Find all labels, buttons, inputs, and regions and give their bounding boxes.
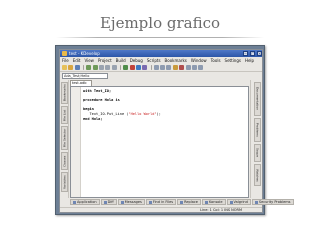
step-out-icon[interactable] <box>198 65 204 70</box>
bottom-tab-label: Find in Files <box>152 199 174 204</box>
bottom-tab-application[interactable]: Application <box>70 199 100 205</box>
menu-build[interactable]: Build <box>116 57 126 64</box>
konsole-icon <box>204 200 208 204</box>
menu-file[interactable]: File <box>62 57 69 64</box>
toolbar-separator <box>120 65 122 70</box>
bookmark-icon[interactable] <box>172 65 178 70</box>
left-tab-file-selector[interactable]: File Selector <box>61 126 68 150</box>
forward-icon[interactable] <box>166 65 172 70</box>
bottom-tab-label: Konsole <box>208 199 223 204</box>
breakpoint-icon[interactable] <box>179 65 185 70</box>
replace-icon <box>180 200 184 204</box>
diff-icon <box>103 200 107 204</box>
app-icon <box>62 51 67 56</box>
window-title: test - KDevelop <box>69 51 100 56</box>
undo-icon[interactable] <box>86 65 92 70</box>
bottom-tab-security-problems[interactable]: Security Problems <box>251 199 294 205</box>
bottom-tab-label: Messages <box>124 199 142 204</box>
bottom-tool-tabs: Application Diff Messages Find in Files … <box>70 199 294 206</box>
menu-tools[interactable]: Tools <box>211 57 221 64</box>
valgrind-icon <box>229 200 233 204</box>
window-titlebar[interactable]: test - KDevelop ‒ □ × <box>60 50 262 57</box>
toolbar <box>60 64 262 72</box>
bottom-tab-find-in-files[interactable]: Find in Files <box>145 199 177 205</box>
menu-bookmarks[interactable]: Bookmarks <box>165 57 187 64</box>
code-line: end Hola; <box>83 116 103 121</box>
bottom-tab-label: Valgrind <box>233 199 248 204</box>
back-icon[interactable] <box>160 65 166 70</box>
bottom-tab-label: Security Problems <box>258 199 291 204</box>
copy-icon[interactable] <box>105 65 111 70</box>
bottom-tab-label: Application <box>77 199 97 204</box>
toolbar-separator <box>150 65 152 70</box>
kdevelop-window: test - KDevelop ‒ □ × File Edit View Pro… <box>59 49 294 213</box>
right-tab-documentation[interactable]: Documentation <box>254 82 261 116</box>
bottom-tab-valgrind[interactable]: Valgrind <box>226 199 251 205</box>
menu-scripts[interactable]: Scripts <box>147 57 161 64</box>
close-icon[interactable]: × <box>257 51 262 56</box>
save-icon[interactable] <box>74 65 80 70</box>
menu-view[interactable]: View <box>84 57 94 64</box>
menu-settings[interactable]: Settings <box>225 57 241 64</box>
bottom-tab-label: Diff <box>107 199 114 204</box>
build-icon[interactable] <box>123 65 129 70</box>
right-tab-watches[interactable]: Watches <box>254 164 261 186</box>
application-icon <box>73 200 76 204</box>
bottom-tab-diff[interactable]: Diff <box>100 199 117 205</box>
step-over-icon[interactable] <box>185 65 191 70</box>
function-selector[interactable]: Ada_Test;Hello <box>62 73 108 79</box>
toolbar-separator <box>83 65 85 70</box>
new-file-icon[interactable] <box>62 65 67 70</box>
bottom-tab-replace[interactable]: Replace <box>177 199 201 205</box>
string-literal: "Hello World" <box>128 111 157 116</box>
editor-gutter <box>71 87 81 197</box>
cut-icon[interactable] <box>98 65 104 70</box>
slide-title: Ejemplo grafico <box>99 14 221 32</box>
left-dock: Bookmarks File List File Selector Classe… <box>60 80 69 198</box>
menu-edit[interactable]: Edit <box>73 57 81 64</box>
find-icon[interactable] <box>153 65 159 70</box>
menu-project[interactable]: Project <box>98 57 112 64</box>
right-tab-problems[interactable]: Problems <box>254 118 261 142</box>
step-into-icon[interactable] <box>192 65 198 70</box>
bottom-tab-label: Replace <box>184 199 198 204</box>
code-line: Text_IO.Put_Line ("Hello World"); <box>83 111 161 116</box>
security-icon <box>254 200 258 204</box>
bottom-tab-messages[interactable]: Messages <box>117 199 145 205</box>
menubar: File Edit View Project Build Debug Scrip… <box>60 57 262 64</box>
debug-icon[interactable] <box>142 65 148 70</box>
right-dock: Documentation Problems Scope Watches <box>250 80 263 198</box>
paste-icon[interactable] <box>111 65 117 70</box>
menu-debug[interactable]: Debug <box>130 57 143 64</box>
menu-window[interactable]: Window <box>191 57 207 64</box>
messages-icon <box>120 200 124 204</box>
run-icon[interactable] <box>135 65 141 70</box>
open-file-icon[interactable] <box>68 65 74 70</box>
code-editor[interactable]: with Text_IO; procedure Hola is begin Te… <box>70 86 249 198</box>
find-icon <box>148 200 152 204</box>
left-tab-classes[interactable]: Classes <box>61 152 68 170</box>
status-bar: Line: 1 Col: 1 INS NORM <box>60 207 262 213</box>
left-tab-bookmarks[interactable]: Bookmarks <box>61 82 68 104</box>
menu-help[interactable]: Help <box>245 57 254 64</box>
maximize-icon[interactable]: □ <box>250 51 255 56</box>
right-tab-scope[interactable]: Scope <box>254 144 261 162</box>
kdevelop-screenshot: test - KDevelop ‒ □ × File Edit View Pro… <box>55 45 294 215</box>
left-tab-file-list[interactable]: File List <box>61 106 68 124</box>
code-content[interactable]: with Text_IO; procedure Hola is begin Te… <box>83 89 161 121</box>
title-divider <box>56 37 264 38</box>
stop-icon[interactable] <box>129 65 135 70</box>
left-tab-variables[interactable]: Variables <box>61 172 68 192</box>
bottom-tab-konsole[interactable]: Konsole <box>201 199 226 205</box>
redo-icon[interactable] <box>92 65 98 70</box>
minimize-icon[interactable]: ‒ <box>243 51 248 56</box>
